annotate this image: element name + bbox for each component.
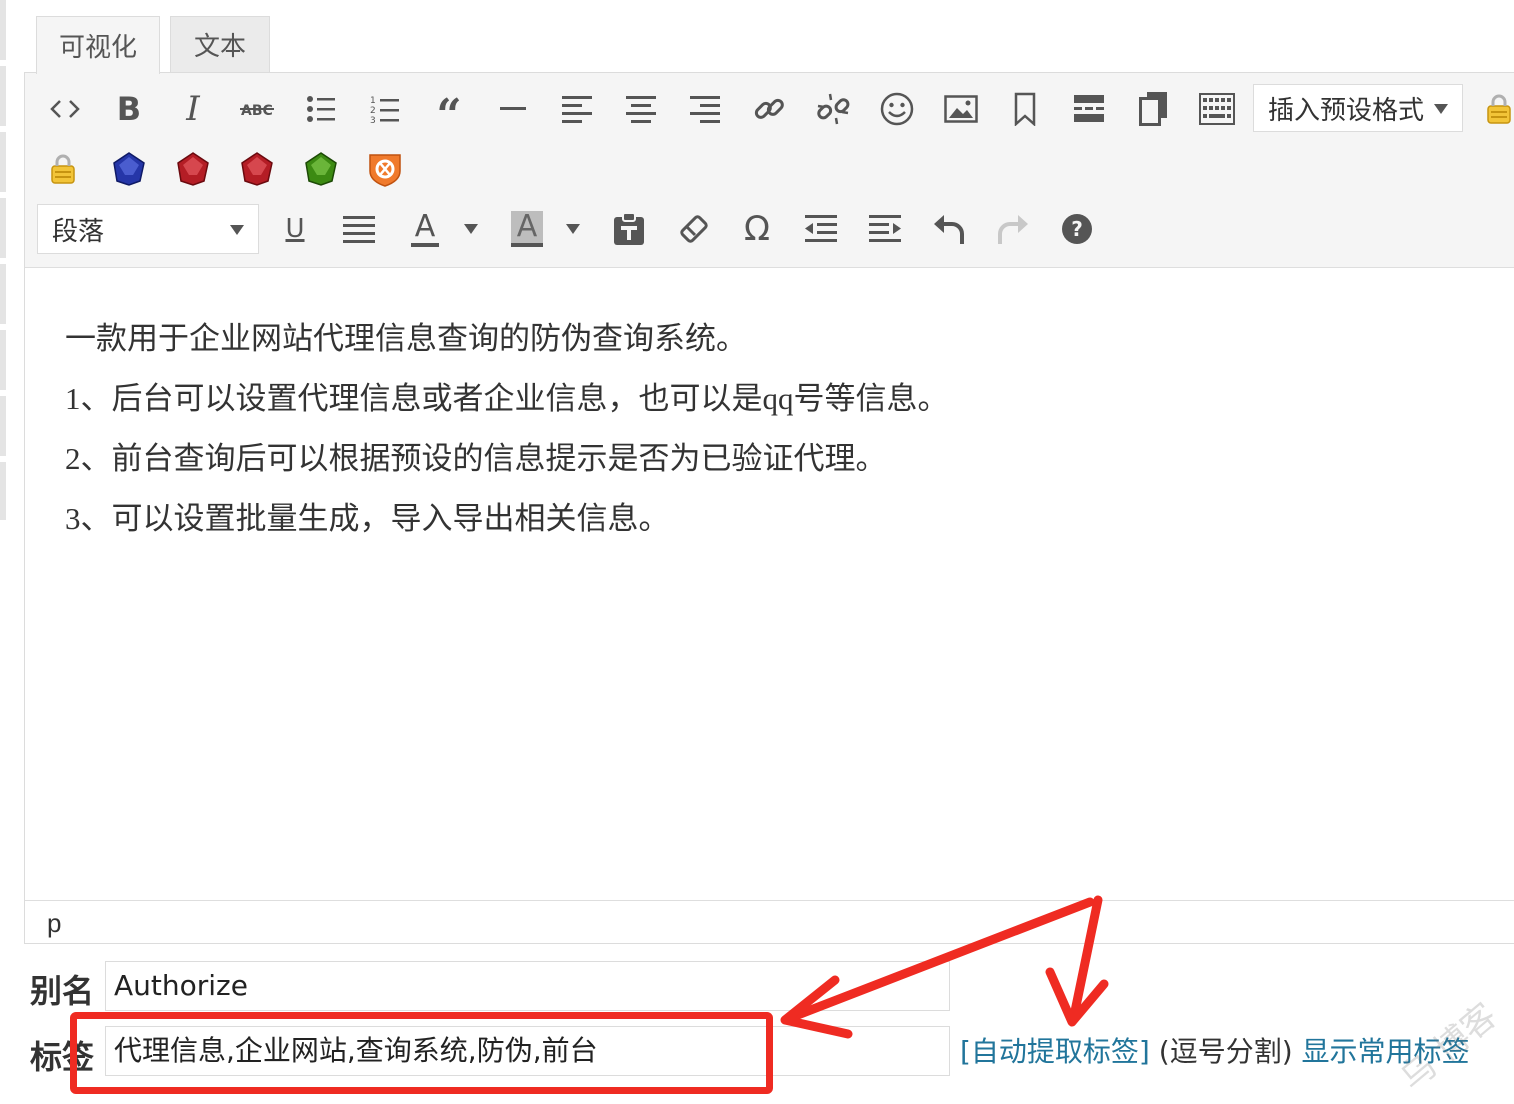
- keyboard-icon[interactable]: [1195, 87, 1239, 131]
- underline-glyph: U: [285, 214, 305, 244]
- bold-icon[interactable]: B: [107, 87, 151, 131]
- paragraph-format-label: 段落: [52, 216, 105, 247]
- element-path[interactable]: p: [47, 908, 61, 938]
- horizontal-rule-icon[interactable]: [491, 87, 535, 131]
- emoji-icon[interactable]: [875, 87, 919, 131]
- special-character-icon[interactable]: Ω: [735, 207, 779, 251]
- undo-icon[interactable]: [927, 207, 971, 251]
- image-icon[interactable]: [939, 87, 983, 131]
- code-icon[interactable]: [43, 87, 87, 131]
- read-more-icon[interactable]: [1067, 87, 1111, 131]
- content-line: 3、可以设置批量生成，导入导出相关信息。: [65, 501, 670, 536]
- red-gem-icon[interactable]: [235, 147, 279, 191]
- svg-text:2: 2: [370, 106, 376, 116]
- italic-icon[interactable]: I: [171, 87, 215, 131]
- background-color-glyph: A: [510, 211, 544, 247]
- text-color-dropdown-icon[interactable]: [453, 207, 489, 251]
- left-strip: [0, 0, 6, 520]
- align-left-icon[interactable]: [555, 87, 599, 131]
- chevron-down-icon: [230, 225, 244, 235]
- eraser-icon[interactable]: [671, 207, 715, 251]
- outdent-icon[interactable]: [799, 207, 843, 251]
- editor-toolbar: B I ABC 123 “ 插入预设格式 段落 U A A Ω ?: [25, 73, 1514, 268]
- lock-icon[interactable]: [41, 147, 85, 191]
- auto-extract-tags-link[interactable]: [自动提取标签]: [960, 1035, 1150, 1068]
- strikethrough-icon[interactable]: ABC: [235, 87, 279, 131]
- editor-content[interactable]: 一款用于企业网站代理信息查询的防伪查询系统。 1、后台可以设置代理信息或者企业信…: [65, 309, 1503, 549]
- underline-icon[interactable]: U: [273, 207, 317, 251]
- paragraph-format-select[interactable]: 段落: [37, 204, 259, 254]
- lock-icon[interactable]: [1477, 87, 1514, 131]
- align-center-icon[interactable]: [619, 87, 663, 131]
- text-color-glyph: A: [410, 211, 440, 247]
- tags-input[interactable]: 代理信息,企业网站,查询系统,防伪,前台: [105, 1026, 950, 1076]
- numbered-list-icon[interactable]: 123: [363, 87, 407, 131]
- paste-text-icon[interactable]: [607, 207, 651, 251]
- blue-gem-icon[interactable]: [107, 147, 151, 191]
- alias-input[interactable]: Authorize: [105, 961, 950, 1011]
- background-color-icon[interactable]: A: [505, 207, 549, 251]
- alias-label: 别名: [30, 972, 95, 1010]
- justify-icon[interactable]: [337, 207, 381, 251]
- bookmark-icon[interactable]: [1003, 87, 1047, 131]
- pagebreak-icon[interactable]: [1131, 87, 1175, 131]
- unlink-icon[interactable]: [811, 87, 855, 131]
- red-gem-icon[interactable]: [171, 147, 215, 191]
- chevron-down-icon: [1434, 104, 1448, 114]
- tab-visual[interactable]: 可视化: [36, 16, 160, 74]
- help-glyph: ?: [1071, 217, 1083, 241]
- text-color-icon[interactable]: A: [401, 207, 449, 251]
- redo-icon[interactable]: [991, 207, 1035, 251]
- svg-text:1: 1: [370, 96, 376, 106]
- element-path-statusbar: p: [25, 900, 1514, 944]
- tags-label: 标签: [30, 1038, 95, 1076]
- content-line: 1、后台可以设置代理信息或者企业信息，也可以是qq号等信息。: [65, 381, 949, 416]
- blockquote-icon[interactable]: “: [427, 87, 471, 138]
- insert-format-dropdown[interactable]: 插入预设格式: [1253, 84, 1463, 132]
- indent-icon[interactable]: [863, 207, 907, 251]
- link-icon[interactable]: [747, 87, 791, 131]
- svg-text:ABC: ABC: [241, 103, 273, 119]
- omega-glyph: Ω: [744, 209, 770, 249]
- tab-text[interactable]: 文本: [170, 16, 270, 72]
- svg-text:3: 3: [370, 116, 376, 124]
- green-gem-icon[interactable]: [299, 147, 343, 191]
- annotation-arrowhead: [1045, 967, 1109, 1027]
- content-line: 2、前台查询后可以根据预设的信息提示是否为已验证代理。: [65, 441, 887, 476]
- background-color-dropdown-icon[interactable]: [555, 207, 591, 251]
- editor: B I ABC 123 “ 插入预设格式 段落 U A A Ω ? 一款用于企业…: [24, 72, 1514, 944]
- help-icon[interactable]: ?: [1055, 207, 1099, 251]
- bullet-list-icon[interactable]: [299, 87, 343, 131]
- shield-icon[interactable]: [363, 147, 407, 191]
- align-right-icon[interactable]: [683, 87, 727, 131]
- comma-hint: (逗号分割): [1158, 1035, 1293, 1068]
- content-line: 一款用于企业网站代理信息查询的防伪查询系统。: [65, 321, 747, 356]
- insert-format-label: 插入预设格式: [1268, 95, 1425, 126]
